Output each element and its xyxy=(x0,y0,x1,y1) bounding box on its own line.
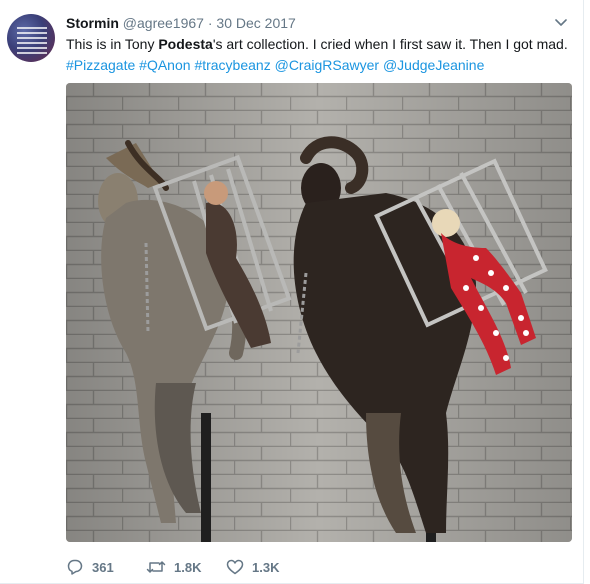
tweet-text-part: 's art collection. I cried when I first … xyxy=(212,36,568,52)
reply-icon xyxy=(67,559,83,575)
tweet-date[interactable]: 30 Dec 2017 xyxy=(216,15,295,31)
user-name[interactable]: Stormin xyxy=(66,15,119,31)
tweet-media-image[interactable] xyxy=(66,83,572,542)
like-button[interactable]: 1.3K xyxy=(226,556,279,578)
avatar-text-lines xyxy=(17,27,47,57)
tweet-hashtags: #Pizzagate #QAnon #tracybeanz @CraigRSaw… xyxy=(66,56,576,75)
card-border-right xyxy=(583,0,584,584)
tweet-text-line: This is in Tony Podesta's art collection… xyxy=(66,35,576,54)
header-separator: · xyxy=(207,15,213,31)
tweet-text-part: This is in Tony xyxy=(66,36,159,52)
hashtag-link[interactable]: #QAnon xyxy=(139,57,190,73)
tweet-card: Stormin @agree1967 · 30 Dec 2017 This is… xyxy=(0,0,590,584)
retweet-icon xyxy=(146,561,166,573)
avatar[interactable] xyxy=(7,14,55,62)
photo-sculpture xyxy=(66,83,572,542)
like-count: 1.3K xyxy=(252,559,280,575)
mention-link[interactable]: @JudgeJeanine xyxy=(383,57,484,73)
user-handle[interactable]: @agree1967 xyxy=(123,15,204,31)
hashtag-link[interactable]: #tracybeanz xyxy=(194,57,270,73)
tweet-header: Stormin @agree1967 · 30 Dec 2017 xyxy=(66,14,296,32)
reply-button[interactable]: 361 xyxy=(66,556,114,578)
retweet-button[interactable]: 1.8K xyxy=(146,556,201,578)
retweet-count: 1.8K xyxy=(174,559,202,575)
heart-icon xyxy=(226,559,244,575)
hashtag-link[interactable]: #Pizzagate xyxy=(66,57,135,73)
mention-link[interactable]: @CraigRSawyer xyxy=(275,57,379,73)
tweet-text-bold: Podesta xyxy=(158,36,213,52)
chevron-down-icon[interactable] xyxy=(555,18,567,28)
tweet-text: This is in Tony Podesta's art collection… xyxy=(66,35,576,75)
reply-count: 361 xyxy=(92,559,114,575)
